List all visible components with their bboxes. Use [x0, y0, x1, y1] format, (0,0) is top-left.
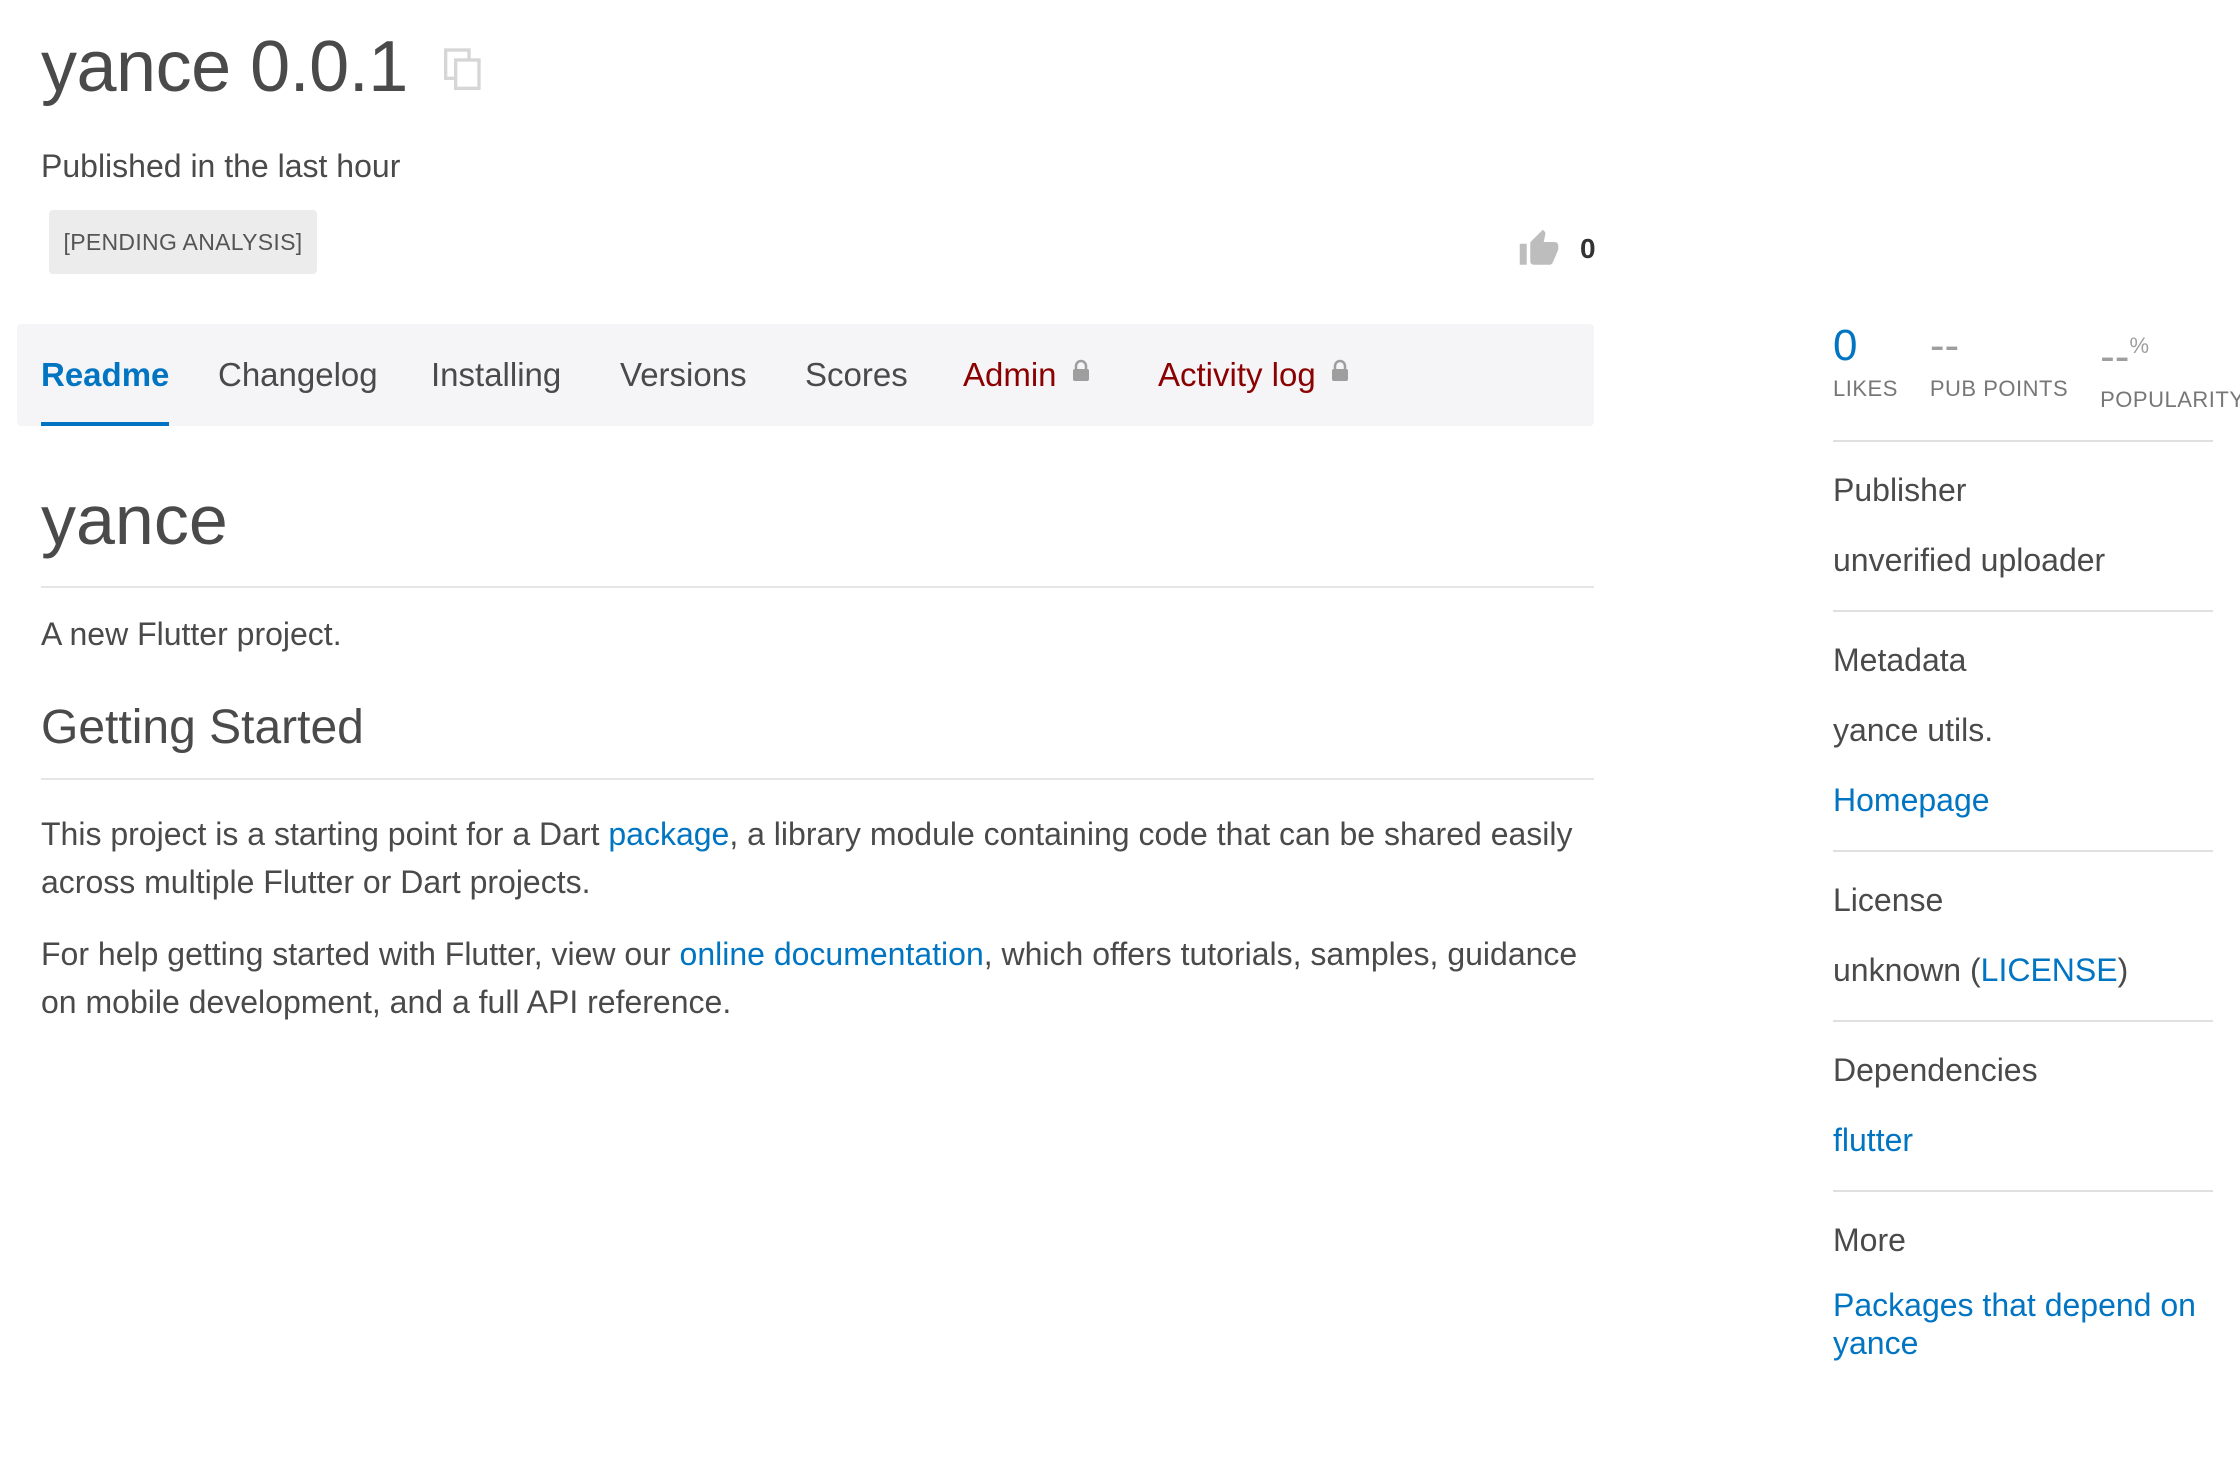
pub-points-value: --	[1929, 321, 1960, 370]
readme-heading: yance	[41, 460, 1594, 588]
text: )	[2117, 952, 2129, 988]
tab-label: Changelog	[218, 356, 378, 393]
thumb-up-icon[interactable]	[1518, 228, 1560, 270]
pending-analysis-badge: [PENDING ANALYSIS]	[49, 210, 317, 274]
tab-label: Admin	[963, 356, 1057, 393]
dependents-link[interactable]: Packages that depend on yance	[1833, 1286, 2213, 1362]
stat-likes[interactable]: 0 LIKES	[1833, 320, 1898, 408]
copy-icon[interactable]	[443, 48, 484, 92]
text: For help getting started with Flutter, v…	[41, 936, 680, 972]
popularity-label: POPULARITY	[2100, 387, 2240, 412]
more-section: More Packages that depend on yance	[1833, 1192, 2213, 1388]
likes-label: LIKES	[1833, 376, 1898, 401]
likes-value: 0	[1833, 321, 1858, 370]
pub-points-label: PUB POINTS	[1929, 376, 2069, 401]
getting-started-heading: Getting Started	[41, 692, 1594, 780]
online-documentation-link[interactable]: online documentation	[680, 936, 984, 972]
dependencies-section: Dependencies flutter	[1833, 1022, 2213, 1192]
tab-installing[interactable]: Installing	[431, 324, 561, 426]
lock-icon	[1331, 359, 1348, 381]
tab-label: Versions	[620, 356, 747, 393]
license-title: License	[1833, 882, 1944, 918]
tab-scores[interactable]: Scores	[805, 324, 908, 426]
readme-intro: A new Flutter project.	[41, 616, 342, 652]
publisher-title: Publisher	[1833, 472, 1967, 508]
readme-content: yance A new Flutter project. Getting Sta…	[41, 460, 1594, 1026]
tab-label: Scores	[805, 356, 908, 393]
like-count: 0	[1580, 233, 1596, 264]
published-date: Published in the last hour	[41, 148, 401, 184]
stat-pub-points[interactable]: -- PUB POINTS	[1930, 320, 2068, 408]
readme-paragraph: This project is a starting point for a D…	[41, 810, 1594, 906]
tab-label: Activity log	[1158, 356, 1316, 393]
dependency-flutter-link[interactable]: flutter	[1833, 1116, 2213, 1164]
popularity-number: --	[2100, 332, 2130, 381]
tabs-bar: Readme Changelog Installing Versions Sco…	[17, 324, 1594, 426]
homepage-link[interactable]: Homepage	[1833, 776, 2213, 824]
stat-popularity[interactable]: --% POPULARITY	[2100, 320, 2240, 412]
like-box: 0	[1518, 228, 1596, 270]
tab-changelog[interactable]: Changelog	[218, 324, 378, 426]
tab-label: Installing	[431, 356, 562, 393]
metadata-title: Metadata	[1833, 642, 1967, 678]
tab-admin[interactable]: Admin	[963, 324, 1091, 426]
tab-activity-log[interactable]: Activity log	[1158, 324, 1350, 426]
popularity-value: --%	[2100, 320, 2240, 383]
license-value: unknown (LICENSE)	[1833, 946, 2213, 994]
tab-label: Readme	[41, 356, 170, 393]
publisher-value: unverified uploader	[1833, 542, 2106, 578]
text: unknown (	[1833, 952, 1981, 988]
percent-sign: %	[2129, 333, 2149, 358]
lock-icon	[1072, 359, 1089, 381]
readme-paragraph: For help getting started with Flutter, v…	[41, 930, 1594, 1026]
text: This project is a starting point for a D…	[41, 816, 609, 852]
publisher-section: Publisher unverified uploader	[1833, 442, 2213, 612]
tab-versions[interactable]: Versions	[620, 324, 747, 426]
metadata-section: Metadata yance utils. Homepage	[1833, 612, 2213, 852]
dependencies-title: Dependencies	[1833, 1052, 2038, 1088]
tab-readme[interactable]: Readme	[41, 324, 170, 426]
more-title: More	[1833, 1222, 1906, 1258]
metadata-description: yance utils.	[1833, 712, 1994, 748]
package-link[interactable]: package	[608, 816, 729, 852]
score-stats: 0 LIKES -- PUB POINTS --% POPULARITY	[1833, 320, 2240, 442]
title-row: yance 0.0.1	[41, 22, 484, 112]
sidebar: 0 LIKES -- PUB POINTS --% POPULARITY Pub…	[1833, 320, 2240, 1388]
package-title: yance 0.0.1	[41, 27, 408, 107]
license-section: License unknown (LICENSE)	[1833, 852, 2213, 1022]
license-link[interactable]: LICENSE	[1981, 952, 2118, 988]
